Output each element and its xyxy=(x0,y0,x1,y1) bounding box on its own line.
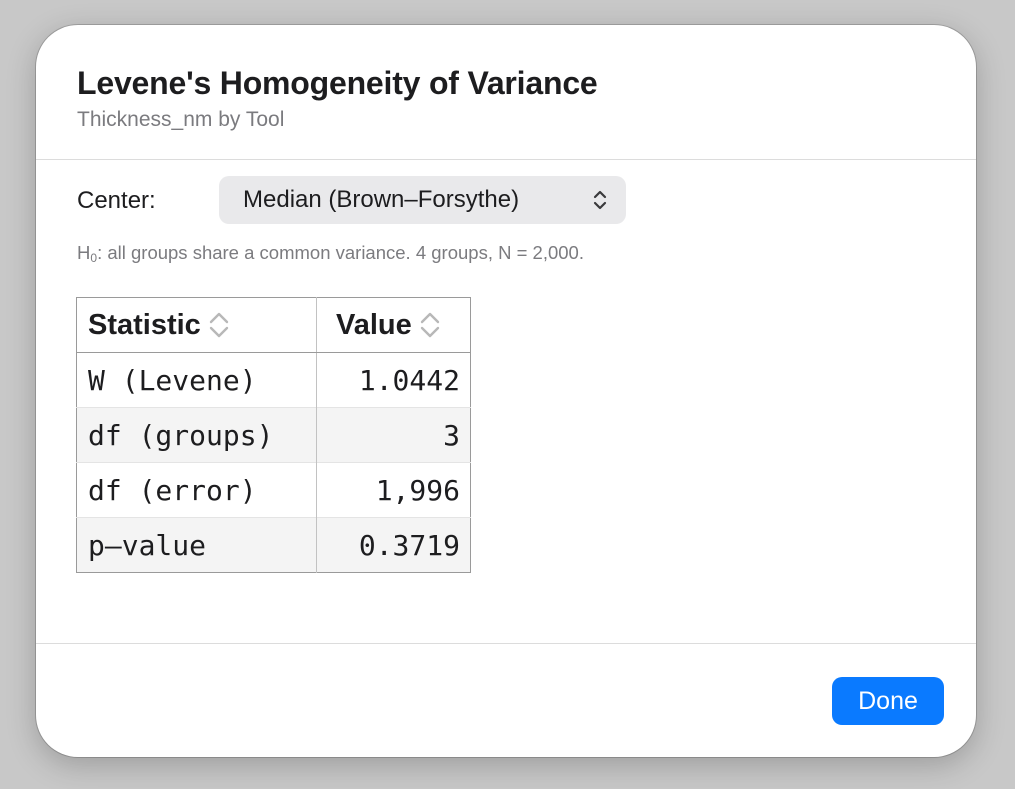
levene-results-table: Statistic Value W (Levene) 1.0442 df (gr… xyxy=(76,297,471,573)
column-header-label: Value xyxy=(336,308,412,341)
center-label: Center: xyxy=(77,187,156,214)
done-button[interactable]: Done xyxy=(832,677,944,725)
statistic-cell: df (groups) xyxy=(76,407,317,463)
value-cell: 1.0442 xyxy=(316,352,471,408)
hint-h: H xyxy=(77,242,91,263)
table-row[interactable]: df (error) 1,996 xyxy=(76,462,471,518)
table-row[interactable]: df (groups) 3 xyxy=(76,407,471,463)
table-row[interactable]: p–value 0.3719 xyxy=(76,517,471,573)
sort-up-down-icon xyxy=(420,312,439,337)
column-header-statistic[interactable]: Statistic xyxy=(76,297,317,353)
column-header-value[interactable]: Value xyxy=(316,297,471,353)
statistic-cell: W (Levene) xyxy=(76,352,317,408)
hint-text: : all groups share a common variance. 4 … xyxy=(97,242,584,263)
dialog-subtitle: Thickness_nm by Tool xyxy=(77,108,285,131)
chevron-up-down-icon xyxy=(593,190,607,210)
table-header-row: Statistic Value xyxy=(76,297,471,353)
value-cell: 1,996 xyxy=(316,462,471,518)
value-cell: 3 xyxy=(316,407,471,463)
center-popup-button[interactable]: Median (Brown–Forsythe) xyxy=(219,176,626,224)
table-row[interactable]: W (Levene) 1.0442 xyxy=(76,352,471,408)
center-popup-value: Median (Brown–Forsythe) xyxy=(243,186,520,213)
null-hypothesis-hint: H0: all groups share a common variance. … xyxy=(77,242,584,265)
footer-divider xyxy=(36,643,976,644)
value-cell: 0.3719 xyxy=(316,517,471,573)
column-header-label: Statistic xyxy=(88,308,201,341)
dialog-header: Levene's Homogeneity of Variance Thickne… xyxy=(36,25,976,160)
statistic-cell: df (error) xyxy=(76,462,317,518)
sort-up-down-icon xyxy=(209,312,229,337)
levene-dialog: Levene's Homogeneity of Variance Thickne… xyxy=(36,25,976,757)
statistic-cell: p–value xyxy=(76,517,317,573)
dialog-title: Levene's Homogeneity of Variance xyxy=(77,65,598,101)
